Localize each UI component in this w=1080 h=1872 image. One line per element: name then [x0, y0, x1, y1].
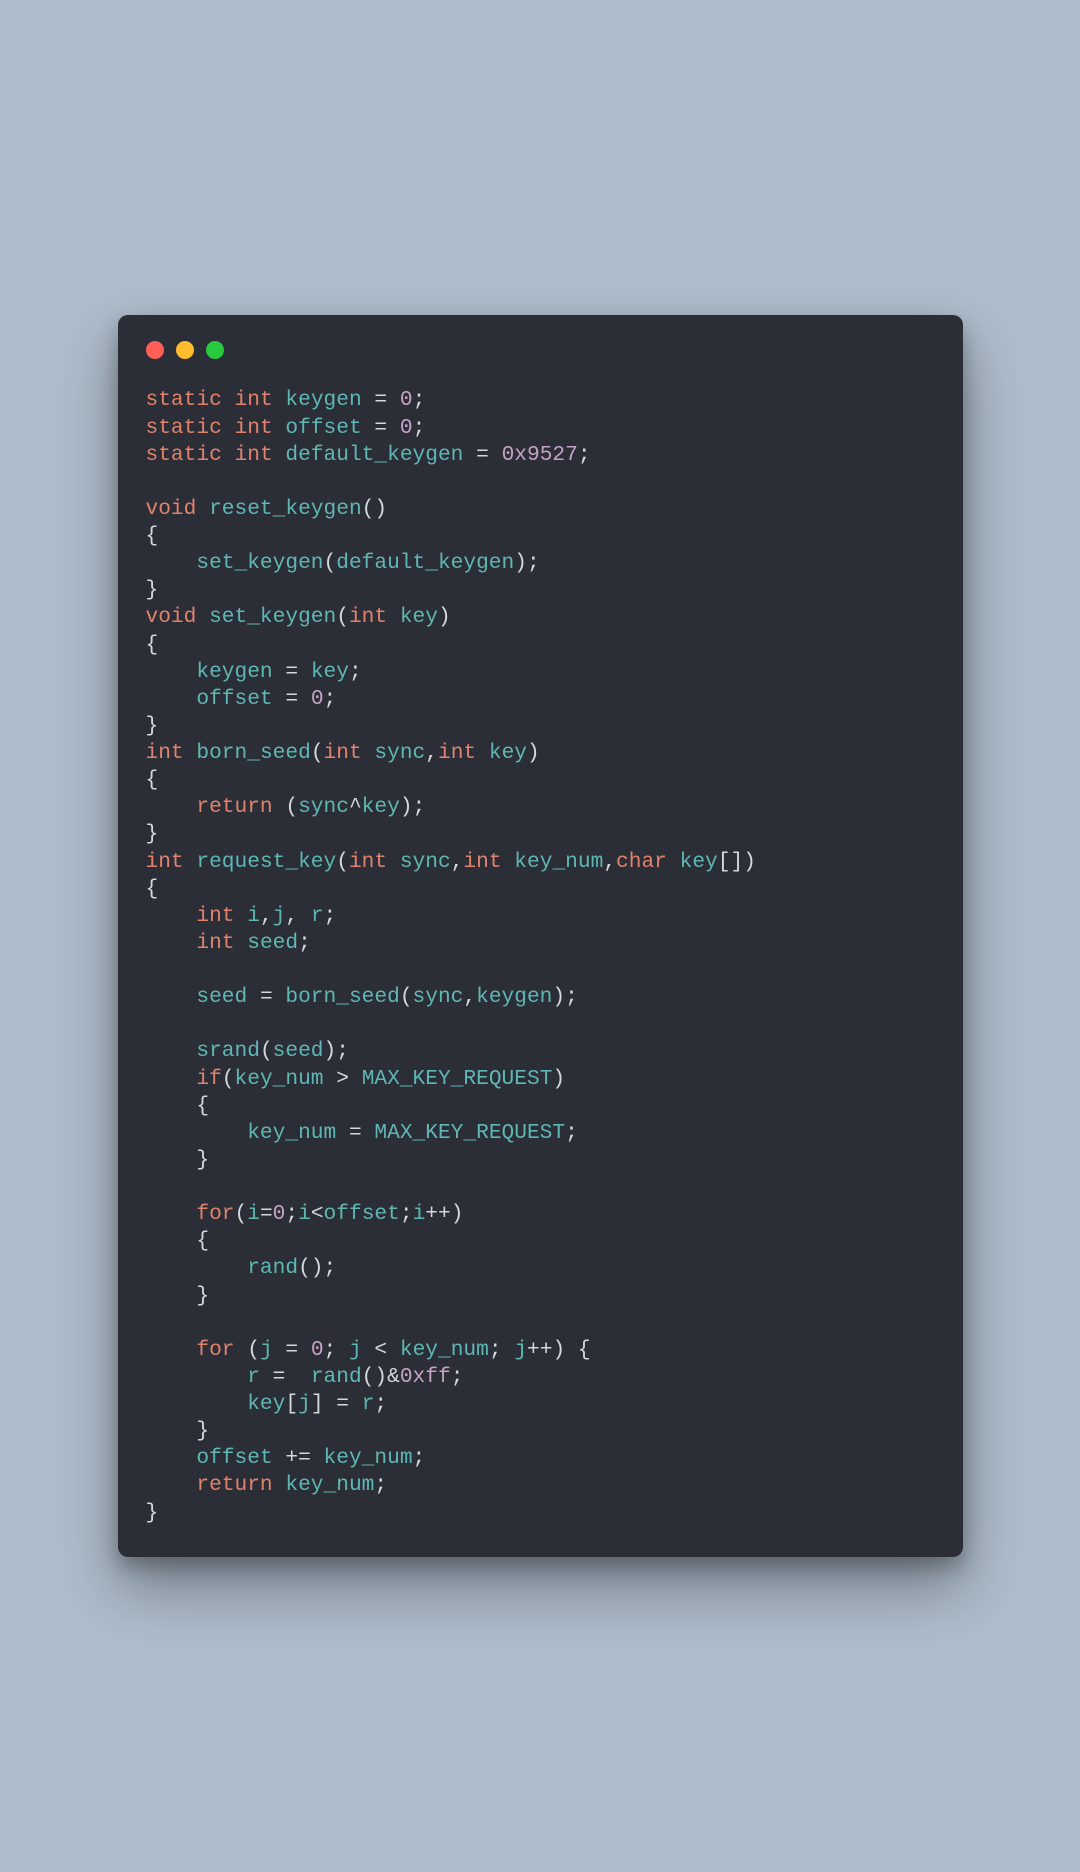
keyword-static: static — [146, 388, 222, 412]
identifier-keygen: keygen — [285, 388, 361, 412]
function-set-keygen: set_keygen — [209, 605, 336, 629]
identifier-default-keygen: default_keygen — [285, 443, 463, 467]
identifier-max-key-request: MAX_KEY_REQUEST — [362, 1067, 553, 1091]
function-reset-keygen: reset_keygen — [209, 497, 362, 521]
number-hex9527: 0x9527 — [502, 443, 578, 467]
function-request-key: request_key — [196, 850, 336, 874]
code-block: static int keygen = 0; static int offset… — [146, 387, 935, 1526]
number-0xff: 0xff — [400, 1365, 451, 1389]
function-born-seed: born_seed — [196, 741, 310, 765]
minimize-icon[interactable] — [176, 341, 194, 359]
code-window: static int keygen = 0; static int offset… — [118, 315, 963, 1556]
number-zero: 0 — [400, 388, 413, 412]
close-icon[interactable] — [146, 341, 164, 359]
zoom-icon[interactable] — [206, 341, 224, 359]
keyword-int: int — [235, 388, 273, 412]
traffic-lights — [146, 341, 935, 359]
identifier-offset: offset — [285, 416, 361, 440]
